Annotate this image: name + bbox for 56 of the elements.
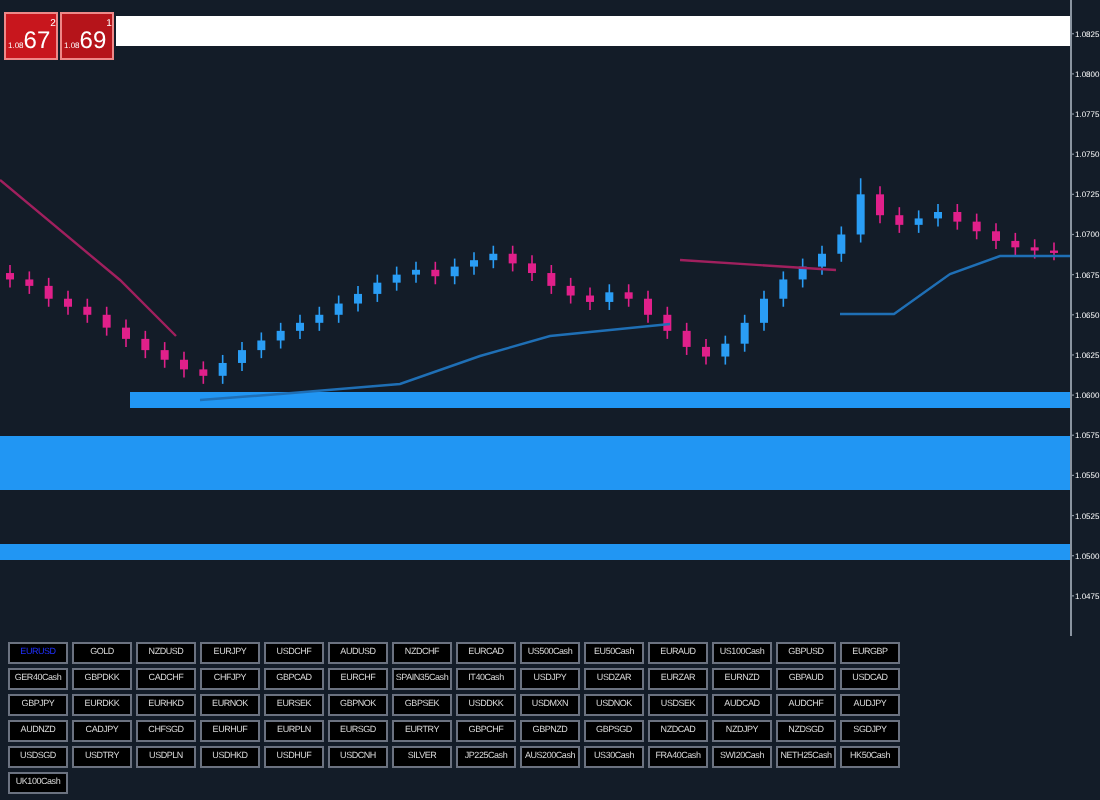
candle: [160, 341, 169, 369]
candle: [508, 244, 517, 273]
candle: [141, 330, 150, 359]
candle: [876, 185, 884, 225]
candle: [257, 331, 266, 359]
candle: [122, 318, 130, 348]
candle: [818, 244, 826, 276]
candle: [334, 294, 343, 324]
candle: [682, 322, 691, 356]
candle: [180, 350, 188, 379]
candle: [702, 338, 710, 366]
candle: [760, 289, 768, 332]
candle: [373, 273, 382, 303]
candle: [354, 285, 362, 313]
candle: [721, 334, 730, 366]
candle: [1050, 241, 1058, 261]
candle: [1030, 238, 1039, 260]
candle: [624, 283, 633, 308]
candle: [64, 289, 72, 316]
candle: [895, 206, 904, 234]
candle: [276, 322, 285, 350]
candle: [934, 203, 942, 228]
candle: [102, 305, 111, 337]
candle: [218, 354, 227, 385]
candle: [238, 341, 246, 372]
candle: [972, 212, 981, 241]
candle: [1011, 232, 1020, 257]
candle: [740, 314, 749, 353]
candle: [547, 264, 556, 295]
candle: [470, 251, 478, 276]
candle: [663, 305, 672, 340]
candle: [412, 261, 420, 284]
candle: [83, 297, 92, 324]
candle: [315, 305, 324, 332]
candle: [798, 257, 807, 289]
candle: [644, 289, 652, 324]
candle: [450, 257, 459, 286]
candle: [779, 270, 788, 308]
candle: [25, 270, 34, 295]
candle: [392, 265, 401, 292]
candle: [44, 277, 53, 308]
candle: [431, 261, 440, 286]
candle: [837, 225, 846, 263]
candle: [566, 277, 575, 305]
candle: [953, 203, 962, 231]
candle: [296, 314, 304, 340]
candle: [992, 222, 1000, 250]
candle: [914, 209, 923, 234]
candle: [586, 286, 594, 311]
candle: [528, 254, 536, 282]
candle: [199, 360, 208, 385]
candle: [489, 244, 498, 269]
input-field[interactable]: [116, 16, 1070, 46]
candle: [856, 177, 865, 244]
candle: [6, 264, 14, 289]
candle: [605, 283, 614, 311]
